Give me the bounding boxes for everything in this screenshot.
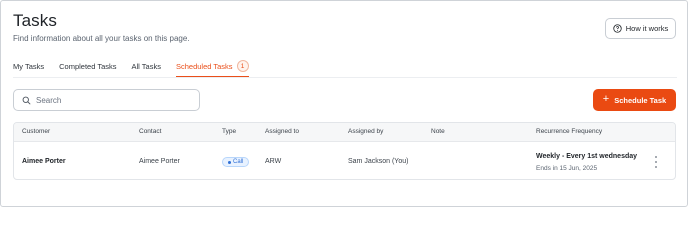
kebab-dot [655, 166, 657, 168]
scheduled-tasks-table: Customer Contact Type Assigned to Assign… [13, 122, 676, 180]
column-header-type: Type [222, 128, 237, 135]
column-header-assigned-to: Assigned to [265, 128, 299, 135]
cell-assigned-to: ARW [265, 158, 282, 165]
tab-scheduled-tasks-label: Scheduled Tasks [175, 61, 233, 71]
cell-customer: Aimee Porter [22, 158, 66, 165]
tab-scheduled-tasks[interactable]: Scheduled Tasks 1 [175, 56, 249, 78]
type-dot-icon [228, 160, 231, 164]
column-header-assigned-by: Assigned by [348, 128, 384, 135]
type-badge-label: Call [233, 159, 244, 165]
tab-my-tasks[interactable]: My Tasks [13, 56, 44, 79]
page-subtitle: Find information about all your tasks on… [13, 34, 190, 43]
cell-recurrence-end: Ends in 15 Jun, 2025 [536, 165, 598, 172]
how-it-works-button[interactable]: How it works [605, 18, 676, 39]
tab-count-badge: 1 [236, 60, 249, 72]
more-vertical-icon[interactable] [652, 156, 660, 168]
page-frame: Tasks Find information about all your ta… [0, 0, 688, 207]
kebab-dot [655, 156, 657, 158]
plus-icon: + [602, 93, 610, 105]
tabs-divider [13, 77, 677, 78]
column-header-customer: Customer [22, 128, 51, 135]
table-header: Customer Contact Type Assigned to Assign… [14, 123, 675, 142]
schedule-task-button[interactable]: + Schedule Task [593, 89, 676, 111]
how-it-works-label: How it works [625, 24, 669, 33]
cell-assigned-by: Sam Jackson (You) [348, 158, 409, 165]
kebab-dot [655, 161, 657, 163]
search-icon [22, 96, 31, 104]
tab-all-tasks[interactable]: All Tasks [132, 56, 161, 79]
help-circle-icon [613, 24, 622, 33]
cell-recurrence: Weekly - Every 1st wednesday [536, 153, 638, 160]
type-badge: Call [222, 157, 250, 167]
column-header-recurrence: Recurrence Frequency [536, 128, 603, 135]
search-box[interactable] [13, 89, 200, 111]
task-tabs: My Tasks Completed Tasks All Tasks Sched… [13, 56, 264, 78]
page-title: Tasks [13, 11, 57, 30]
schedule-task-label: Schedule Task [614, 95, 667, 105]
tab-completed-tasks[interactable]: Completed Tasks [59, 56, 116, 79]
cell-contact: Aimee Porter [139, 158, 180, 165]
column-header-contact: Contact [139, 128, 162, 135]
search-input[interactable] [36, 95, 186, 105]
column-header-note: Note [431, 128, 445, 135]
